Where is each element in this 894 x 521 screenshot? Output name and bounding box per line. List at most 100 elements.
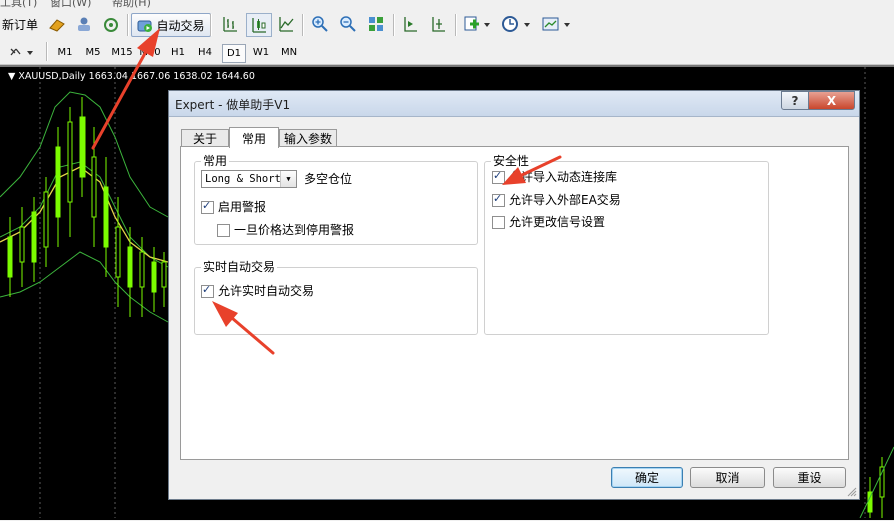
common-group-label: 常用	[201, 154, 230, 169]
safety-group-label: 安全性	[491, 154, 532, 169]
timeframe-m1[interactable]: M1	[54, 44, 76, 61]
expert-dialog: Expert - 做单助手V1 ? X 关于 常用 输入参数 常用 Long &…	[168, 90, 860, 500]
gold-bar-icon	[49, 19, 65, 32]
add-indicator-icon	[464, 16, 490, 31]
indicators-button[interactable]	[460, 13, 494, 35]
common-tab-panel: 常用 Long & Short ▼ 多空仓位 启用警报 一旦价格达到停用警报 实…	[180, 146, 849, 460]
timeframe-m5[interactable]: M5	[82, 44, 104, 61]
zoom-in-button[interactable]	[308, 13, 332, 35]
allow-external-ea-label: 允许导入外部EA交易	[509, 193, 621, 207]
ok-button[interactable]: 确定	[611, 467, 683, 488]
checkbox-checked-icon	[492, 192, 505, 207]
common-group: 常用 Long & Short ▼ 多空仓位 启用警报 一旦价格达到停用警报	[194, 154, 478, 245]
close-icon: X	[826, 93, 837, 108]
terminal-button[interactable]	[99, 13, 123, 35]
checkbox-checked-icon	[492, 169, 505, 184]
allow-signal-settings-checkbox[interactable]: 允许更改信号设置	[492, 215, 605, 229]
help-button[interactable]: ?	[781, 91, 809, 110]
auto-trading-icon	[137, 20, 153, 32]
allow-live-trading-label: 允许实时自动交易	[218, 284, 315, 298]
menu-tools[interactable]: 工具(T)	[0, 0, 37, 8]
live-trading-group: 实时自动交易 允许实时自动交易	[194, 260, 478, 335]
toolbar-separator	[210, 14, 212, 36]
line-chart-icon	[279, 17, 294, 32]
candlestick-icon	[252, 18, 266, 33]
dialog-title: Expert - 做单助手V1	[175, 98, 291, 112]
zoom-out-icon	[340, 16, 356, 32]
zoom-in-icon	[312, 16, 328, 32]
toolbar-separator	[127, 14, 129, 36]
new-order-button[interactable]: 新订单	[0, 13, 40, 35]
navigator-button[interactable]	[72, 13, 96, 35]
position-select[interactable]: Long & Short ▼	[201, 170, 297, 188]
crosshair-tool-button[interactable]	[6, 42, 38, 62]
timeframe-m30[interactable]: M30	[138, 44, 162, 61]
menu-help[interactable]: 帮助(H)	[112, 0, 151, 8]
dropdown-arrow-icon: ▼	[280, 171, 296, 187]
timeframe-w1[interactable]: W1	[250, 44, 272, 61]
close-button[interactable]: X	[808, 91, 855, 110]
main-toolbar: 新订单 自动交易	[0, 8, 894, 41]
menu-window[interactable]: 窗口(W)	[50, 0, 91, 8]
allow-live-trading-checkbox[interactable]: 允许实时自动交易	[201, 283, 315, 298]
templates-button[interactable]	[538, 13, 574, 35]
bar-chart-button[interactable]	[218, 13, 242, 35]
tile-windows-button[interactable]	[364, 13, 388, 35]
market-watch-button[interactable]	[45, 13, 69, 35]
toolbar-separator	[46, 42, 48, 61]
safety-group: 安全性 允许导入动态连接库 允许导入外部EA交易 允许更改信号设置	[484, 154, 769, 335]
enable-alerts-checkbox[interactable]: 启用警报	[201, 199, 267, 214]
allow-dll-label: 允许导入动态连接库	[509, 170, 618, 184]
timeframe-d1[interactable]: D1	[222, 44, 246, 63]
autoscroll-button[interactable]	[426, 13, 450, 35]
allow-signal-settings-label: 允许更改信号设置	[509, 215, 606, 229]
auto-trading-button[interactable]: 自动交易	[131, 13, 211, 37]
live-trading-group-label: 实时自动交易	[201, 260, 278, 275]
checkbox-unchecked-icon	[217, 223, 230, 237]
enable-alerts-label: 启用警报	[218, 200, 267, 214]
chart-shift-icon	[404, 17, 417, 32]
chart-shift-button[interactable]	[398, 13, 422, 35]
timeframe-m15[interactable]: M15	[110, 44, 134, 61]
allow-dll-checkbox[interactable]: 允许导入动态连接库	[492, 169, 618, 184]
menu-bar: 工具(T) 窗口(W) 帮助(H)	[0, 0, 894, 8]
tile-windows-icon	[369, 17, 383, 31]
timeframe-mn[interactable]: MN	[278, 44, 300, 61]
checkbox-unchecked-icon	[492, 215, 505, 229]
position-label: 多空仓位	[304, 172, 353, 186]
dialog-titlebar[interactable]: Expert - 做单助手V1 ? X	[169, 91, 859, 117]
timeframe-toolbar: M1 M5 M15 M30 H1 H4 D1 W1 MN	[0, 40, 894, 65]
position-select-value: Long & Short	[205, 173, 281, 185]
bar-chart-icon	[223, 17, 237, 32]
cursor-tool-icon	[10, 48, 33, 56]
chart-symbol-title: ▼ XAUUSD,Daily 1663.04 1667.06 1638.02 1…	[8, 71, 255, 82]
allow-external-ea-checkbox[interactable]: 允许导入外部EA交易	[492, 192, 621, 207]
zoom-out-button[interactable]	[336, 13, 360, 35]
autoscroll-icon	[432, 17, 445, 32]
chart-title-text: XAUUSD,Daily 1663.04 1667.06 1638.02 164…	[18, 71, 255, 82]
toolbar-separator	[455, 14, 457, 36]
checkbox-checked-icon	[201, 199, 214, 214]
toolbar-separator	[393, 14, 395, 36]
cancel-button[interactable]: 取消	[690, 467, 765, 488]
tab-about[interactable]: 关于	[181, 129, 229, 147]
new-order-label: 新订单	[1, 17, 38, 32]
timeframe-h1[interactable]: H1	[167, 44, 189, 61]
tab-inputs[interactable]: 输入参数	[279, 129, 337, 147]
checkbox-checked-icon	[201, 283, 214, 298]
periods-button[interactable]	[498, 13, 534, 35]
candle-chart-button[interactable]	[246, 13, 272, 37]
clock-icon	[502, 16, 530, 32]
timeframe-h4[interactable]: H4	[194, 44, 216, 61]
tab-common[interactable]: 常用	[229, 127, 279, 148]
disable-alert-checkbox[interactable]: 一旦价格达到停用警报	[217, 223, 354, 237]
auto-trading-label: 自动交易	[156, 18, 205, 33]
resize-grip-icon[interactable]	[847, 487, 857, 497]
signal-icon	[104, 18, 118, 32]
toolbar-separator	[302, 14, 304, 36]
line-chart-button[interactable]	[274, 13, 298, 35]
moving-average	[0, 166, 169, 263]
reset-button[interactable]: 重设	[773, 467, 846, 488]
template-icon	[542, 17, 570, 31]
people-icon	[78, 17, 90, 31]
